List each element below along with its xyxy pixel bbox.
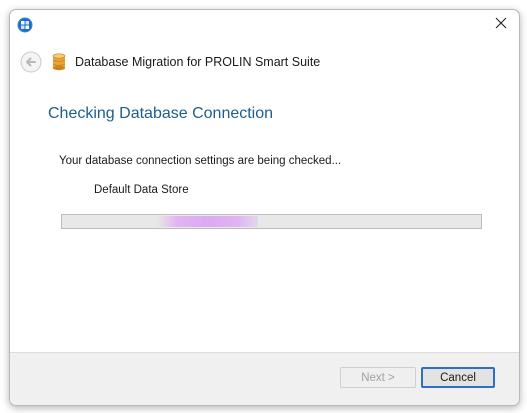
wizard-footer: Next > Cancel (10, 352, 519, 405)
connection-progress-bar (61, 214, 482, 229)
data-store-name: Default Data Store (94, 184, 189, 196)
back-button[interactable] (20, 51, 42, 73)
status-message: Your database connection settings are be… (59, 155, 342, 167)
wizard-window: Database Migration for PROLIN Smart Suit… (9, 9, 520, 406)
wizard-header: Database Migration for PROLIN Smart Suit… (10, 46, 519, 78)
page-heading: Checking Database Connection (48, 105, 274, 122)
title-bar (10, 10, 519, 40)
progress-fill (157, 216, 258, 227)
wizard-content: Checking Database Connection Your databa… (10, 78, 519, 353)
wizard-title: Database Migration for PROLIN Smart Suit… (75, 55, 321, 69)
database-icon (52, 53, 66, 71)
next-button[interactable]: Next > (340, 367, 416, 388)
prolin-app-icon (17, 17, 33, 33)
close-icon (495, 16, 507, 34)
close-button[interactable] (483, 10, 519, 40)
back-arrow-icon (20, 51, 42, 77)
cancel-button[interactable]: Cancel (421, 367, 495, 388)
